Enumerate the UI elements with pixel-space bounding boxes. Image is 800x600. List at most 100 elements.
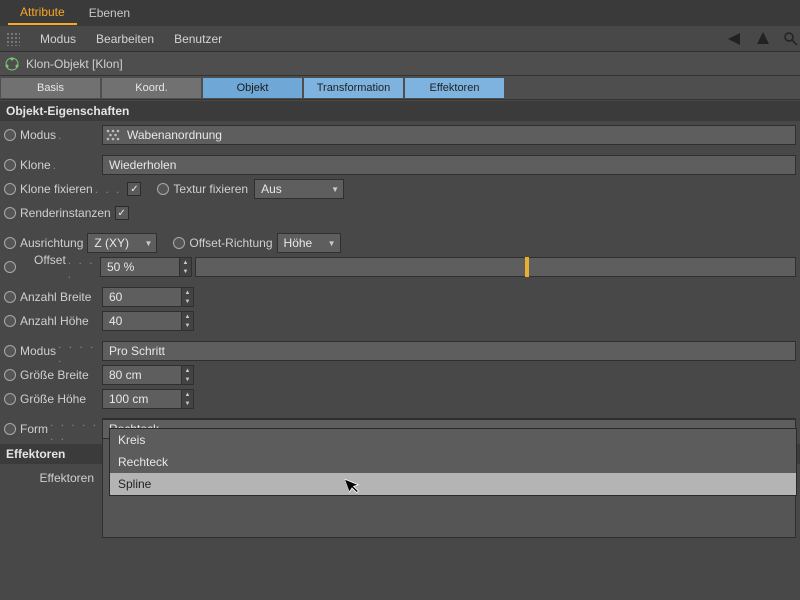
tab-object[interactable]: Objekt — [203, 78, 302, 98]
groesse-hoehe-input[interactable]: 100 cm — [102, 389, 182, 409]
ausrichtung-value: Z (XY) — [94, 236, 129, 250]
spinner-up-icon: ▲ — [180, 258, 191, 267]
tab-transformation[interactable]: Transformation — [304, 78, 403, 98]
anim-dot[interactable] — [4, 207, 16, 219]
dots: . . . . . . . — [50, 415, 100, 443]
anzahl-breite-input[interactable]: 60 — [102, 287, 182, 307]
form-option-rechteck[interactable]: Rechteck — [110, 451, 796, 473]
chevron-down-icon: ▼ — [331, 185, 339, 194]
textur-fixieren-value: Aus — [261, 182, 282, 196]
label-renderinstanzen: Renderinstanzen — [20, 206, 111, 220]
modus-value: Wabenanordnung — [127, 128, 222, 142]
form-option-spline[interactable]: Spline — [110, 473, 796, 495]
label-klone-fixieren: Klone fixieren — [20, 182, 93, 196]
renderinstanzen-checkbox[interactable]: ✓ — [115, 206, 129, 220]
modus2-dropdown[interactable]: Pro Schritt — [102, 341, 796, 361]
anim-dot[interactable] — [4, 129, 16, 141]
spinner-down-icon: ▼ — [182, 297, 193, 306]
offset-richtung-value: Höhe — [284, 236, 313, 250]
object-title: Klon-Objekt [Klon] — [26, 57, 123, 71]
chevron-down-icon: ▼ — [144, 239, 152, 248]
anim-dot[interactable] — [4, 315, 16, 327]
modus2-value: Pro Schritt — [109, 344, 165, 358]
dots: . . . . — [68, 253, 98, 281]
spinner-down-icon: ▼ — [182, 375, 193, 384]
groesse-hoehe-value: 100 cm — [109, 392, 148, 406]
anzahl-hoehe-input[interactable]: 40 — [102, 311, 182, 331]
klone-dropdown[interactable]: Wiederholen — [102, 155, 796, 175]
form-option-kreis[interactable]: Kreis — [110, 429, 796, 451]
dots: . — [58, 128, 63, 142]
anim-dot[interactable] — [4, 369, 16, 381]
groesse-breite-value: 80 cm — [109, 368, 142, 382]
chevron-down-icon: ▼ — [328, 239, 336, 248]
offset-input[interactable]: 50 % — [100, 257, 180, 277]
slider-thumb[interactable] — [525, 257, 529, 277]
anim-dot[interactable] — [4, 345, 16, 357]
anim-dot[interactable] — [173, 237, 185, 249]
spinner-down-icon: ▼ — [182, 399, 193, 408]
anim-dot[interactable] — [4, 183, 16, 195]
dots: . . . . . — [58, 337, 100, 365]
textur-fixieren-dropdown[interactable]: Aus ▼ — [254, 179, 344, 199]
groesse-hoehe-spinner[interactable]: ▲▼ — [182, 389, 194, 409]
label-offset: Offset — [34, 253, 66, 281]
anim-dot[interactable] — [4, 291, 16, 303]
search-icon[interactable] — [782, 30, 800, 48]
label-groesse-breite: Größe Breite — [20, 368, 89, 382]
spinner-up-icon: ▲ — [182, 288, 193, 297]
klone-fixieren-checkbox[interactable]: ✓ — [127, 182, 141, 196]
form-dropdown-list: Kreis Rechteck Spline — [109, 428, 797, 496]
cloner-object-icon — [4, 56, 20, 72]
tab-layers[interactable]: Ebenen — [77, 2, 142, 24]
label-offset-richtung: Offset-Richtung — [189, 236, 272, 250]
label-modus2: Modus — [20, 344, 56, 358]
label-effektoren: Effektoren — [40, 471, 94, 485]
spinner-up-icon: ▲ — [182, 390, 193, 399]
label-textur-fixieren: Textur fixieren — [173, 182, 248, 196]
anzahl-hoehe-spinner[interactable]: ▲▼ — [182, 311, 194, 331]
dots: . . . — [95, 182, 122, 196]
offset-spinner[interactable]: ▲▼ — [180, 257, 192, 277]
honeycomb-icon — [105, 128, 121, 142]
anzahl-breite-spinner[interactable]: ▲▼ — [182, 287, 194, 307]
offset-richtung-dropdown[interactable]: Höhe ▼ — [277, 233, 341, 253]
modus-dropdown[interactable]: Wabenanordnung — [102, 125, 796, 145]
tab-attributes[interactable]: Attribute — [8, 1, 77, 25]
menu-edit[interactable]: Bearbeiten — [86, 32, 164, 46]
anzahl-breite-value: 60 — [109, 290, 122, 304]
anzahl-hoehe-value: 40 — [109, 314, 122, 328]
label-anzahl-hoehe: Anzahl Höhe — [20, 314, 89, 328]
anim-dot[interactable] — [4, 423, 16, 435]
tab-basis[interactable]: Basis — [1, 78, 100, 98]
menu-mode[interactable]: Modus — [30, 32, 86, 46]
ausrichtung-dropdown[interactable]: Z (XY) ▼ — [87, 233, 157, 253]
offset-value: 50 % — [107, 260, 134, 274]
anim-dot[interactable] — [4, 237, 16, 249]
spinner-down-icon: ▼ — [180, 267, 191, 276]
nav-back-icon[interactable] — [726, 30, 744, 48]
groesse-breite-spinner[interactable]: ▲▼ — [182, 365, 194, 385]
spinner-up-icon: ▲ — [182, 366, 193, 375]
anim-dot[interactable] — [4, 393, 16, 405]
tab-coord[interactable]: Koord. — [102, 78, 201, 98]
anim-dot[interactable] — [157, 183, 169, 195]
spinner-down-icon: ▼ — [182, 321, 193, 330]
nav-up-icon[interactable] — [754, 30, 772, 48]
anim-dot[interactable] — [4, 261, 16, 273]
klone-value: Wiederholen — [109, 158, 176, 172]
section-object-properties: Objekt-Eigenschaften — [0, 101, 800, 121]
menu-user[interactable]: Benutzer — [164, 32, 232, 46]
label-anzahl-breite: Anzahl Breite — [20, 290, 91, 304]
label-klone: Klone — [20, 158, 51, 172]
dots: . — [53, 158, 58, 172]
label-form: Form — [20, 422, 48, 436]
label-groesse-hoehe: Größe Höhe — [20, 392, 86, 406]
label-modus: Modus — [20, 128, 56, 142]
label-ausrichtung: Ausrichtung — [20, 236, 83, 250]
groesse-breite-input[interactable]: 80 cm — [102, 365, 182, 385]
tab-effectors[interactable]: Effektoren — [405, 78, 504, 98]
panel-drag-handle[interactable] — [6, 32, 20, 46]
offset-slider[interactable] — [195, 257, 796, 277]
anim-dot[interactable] — [4, 159, 16, 171]
